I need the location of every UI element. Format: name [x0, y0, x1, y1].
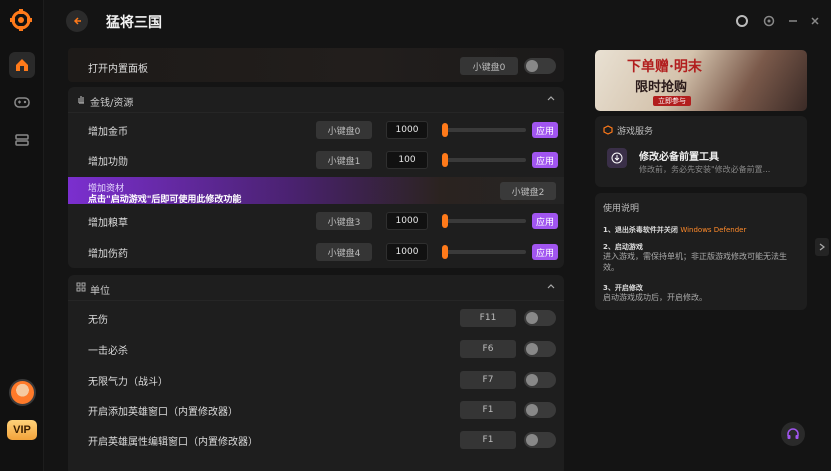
value-input[interactable]: 1000	[386, 121, 428, 139]
apply-button[interactable]: 应用	[532, 152, 558, 168]
hotkey-badge: F1	[460, 401, 516, 419]
toggle-switch[interactable]	[524, 341, 556, 357]
left-rail: VIP	[0, 0, 44, 471]
hotkey-badge: 小键盘2	[500, 182, 556, 200]
list-item: 增加伤药 小键盘4 1000 应用	[68, 237, 564, 267]
game-service-card: 游戏服务 修改必备前置工具 修改前，务必先安装"修改必备前置...	[595, 116, 807, 187]
cube-icon	[603, 125, 613, 138]
row-label: 开启添加英雄窗口（内置修改器）	[88, 407, 238, 418]
hotkey-badge: 小键盘1	[316, 151, 372, 169]
toggle-switch[interactable]	[524, 310, 556, 326]
list-item: 开启英雄属性编辑窗口（内置修改器） F1	[68, 425, 564, 455]
apply-button[interactable]: 应用	[532, 244, 558, 260]
section-header[interactable]: 单位	[68, 275, 564, 301]
banner-line2: 限时抢购	[635, 80, 688, 95]
banner-line1: 下单赠·明末	[627, 59, 702, 75]
row-label: 无限气力（战斗）	[88, 377, 168, 388]
row-label: 打开内置面板	[88, 64, 148, 75]
card-title: 游戏服务	[617, 127, 654, 137]
headset-icon[interactable]	[781, 422, 805, 446]
value-input[interactable]: 1000	[386, 243, 428, 261]
step1: 1、退出杀毒软件并关闭 Windows Defender	[603, 226, 747, 234]
hotkey-badge: 小键盘0	[460, 57, 518, 75]
instructions-card: 使用说明 1、退出杀毒软件并关闭 Windows Defender 2、启动游戏…	[595, 193, 807, 310]
value-input[interactable]: 100	[386, 151, 428, 169]
row-label: 无伤	[88, 315, 108, 326]
row-label: 增加粮草	[88, 218, 128, 229]
row-label: 一击必杀	[88, 346, 128, 357]
tool-title[interactable]: 修改必备前置工具	[639, 148, 719, 163]
logo-icon	[10, 9, 32, 31]
toggle-switch[interactable]	[524, 58, 556, 74]
step3-body: 启动游戏成功后，开启修改。	[603, 293, 707, 302]
hotkey-badge: 小键盘4	[316, 243, 372, 261]
row-label: 开启英雄属性编辑窗口（内置修改器）	[88, 437, 258, 448]
row-label: 增加金币	[88, 127, 128, 138]
grid-icon	[76, 282, 86, 295]
chevron-up-icon[interactable]	[546, 93, 556, 106]
notice-text: 点击"启动游戏"后即可使用此修改功能	[88, 195, 242, 205]
avatar[interactable]	[9, 379, 36, 406]
hotkey-badge: 小键盘0	[316, 121, 372, 139]
step2-body: 进入游戏，需保持单机；非正版游戏修改可能无法生效。	[603, 252, 787, 272]
hotkey-badge: F11	[460, 309, 516, 327]
list-item: 无限气力（战斗） F7	[68, 365, 564, 395]
list-item: 无伤 F11	[68, 303, 564, 333]
hotkey-badge: F7	[460, 371, 516, 389]
hand-icon	[76, 94, 86, 107]
vip-badge[interactable]: VIP	[7, 420, 37, 440]
chevron-up-icon[interactable]	[546, 281, 556, 294]
list-item: 增加功勋 小键盘1 100 应用	[68, 145, 564, 175]
list-item: 增加金币 小键盘0 1000 应用	[68, 115, 564, 145]
chevron-right-icon[interactable]	[815, 238, 829, 256]
promo-banner[interactable]: 下单赠·明末 限时抢购 立即参与	[595, 50, 807, 111]
download-icon	[607, 148, 627, 168]
tool-desc: 修改前，务必先安装"修改必备前置...	[639, 165, 771, 174]
gamepad-icon[interactable]	[9, 89, 35, 115]
header: 猛将三国	[44, 0, 831, 44]
locked-row-notice: 增加资材 点击"启动游戏"后即可使用此修改功能 小键盘2	[68, 177, 564, 205]
cheat-panel: 打开内置面板 小键盘0 金钱/资源 增加金币 小键盘0 1000 应用 增加功勋…	[68, 44, 564, 471]
list-item: 开启添加英雄窗口（内置修改器） F1	[68, 395, 564, 425]
section-header[interactable]: 金钱/资源	[68, 87, 564, 113]
list-item: 增加粮草 小键盘3 1000 应用	[68, 206, 564, 236]
value-slider[interactable]	[442, 214, 526, 228]
home-icon[interactable]	[9, 52, 35, 78]
close-icon[interactable]	[808, 14, 822, 28]
value-slider[interactable]	[442, 245, 526, 259]
value-slider[interactable]	[442, 123, 526, 137]
record-icon[interactable]	[735, 14, 749, 28]
toggle-row: 打开内置面板 小键盘0	[68, 48, 564, 82]
list-item: 一击必杀 F6	[68, 334, 564, 364]
row-label: 增加伤药	[88, 249, 128, 260]
section-title: 单位	[90, 286, 110, 297]
card-title: 使用说明	[603, 204, 640, 214]
banner-badge: 立即参与	[653, 96, 691, 106]
page-title: 猛将三国	[106, 15, 162, 31]
back-arrow-icon[interactable]	[66, 10, 88, 32]
row-label: 增加功勋	[88, 157, 128, 168]
toggle-switch[interactable]	[524, 402, 556, 418]
minimize-icon[interactable]	[786, 14, 800, 28]
apply-button[interactable]: 应用	[532, 122, 558, 138]
value-slider[interactable]	[442, 153, 526, 167]
hotkey-badge: 小键盘3	[316, 212, 372, 230]
apply-button[interactable]: 应用	[532, 213, 558, 229]
toggle-switch[interactable]	[524, 372, 556, 388]
toggle-switch[interactable]	[524, 432, 556, 448]
settings-icon[interactable]	[762, 14, 776, 28]
hotkey-badge: F6	[460, 340, 516, 358]
value-input[interactable]: 1000	[386, 212, 428, 230]
hotkey-badge: F1	[460, 431, 516, 449]
section-title: 金钱/资源	[90, 98, 134, 109]
stack-icon[interactable]	[9, 127, 35, 153]
